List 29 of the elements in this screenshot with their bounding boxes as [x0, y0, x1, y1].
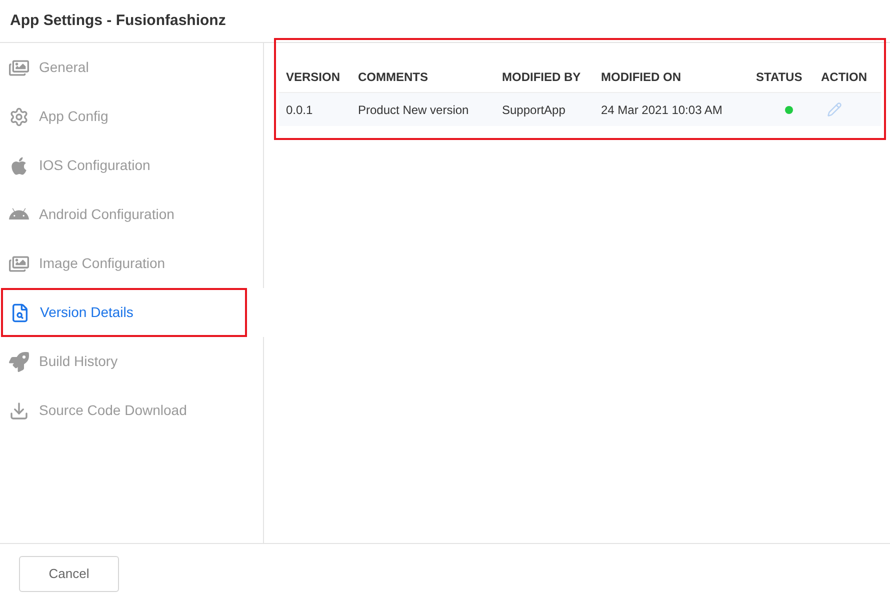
images-icon: [9, 58, 29, 78]
rocket-icon: [9, 352, 29, 372]
sidebar-item[interactable]: IOS Configuration: [0, 141, 264, 190]
sidebar-item[interactable]: Version Details: [1, 288, 247, 337]
document-search-icon: [10, 302, 30, 322]
window-title: App Settings - Fusionfashionz: [0, 0, 890, 43]
table-cell-text: SupportApp: [502, 102, 566, 118]
cancel-button[interactable]: Cancel: [19, 556, 119, 592]
column-header: COMMENTS: [358, 69, 429, 86]
column-header: MODIFIED BY: [502, 69, 582, 86]
table-cell-text: Product New version: [358, 102, 470, 118]
edit-button[interactable]: [827, 102, 842, 117]
images-icon: [9, 254, 29, 274]
table-cell-text: 24 Mar 2021 10:03 AM: [601, 102, 724, 118]
pencil-icon: [827, 102, 842, 117]
column-header: ACTION: [821, 69, 868, 86]
sidebar-item[interactable]: Source Code Download: [0, 386, 264, 435]
sidebar-item[interactable]: Build History: [0, 337, 264, 386]
column-header: VERSION: [286, 69, 342, 86]
sidebar-item[interactable]: General: [0, 43, 264, 92]
column-header: STATUS: [756, 69, 804, 86]
gears-icon: [9, 106, 29, 126]
table-cell-text: 0.0.1: [286, 102, 314, 118]
column-header: MODIFIED ON: [601, 69, 682, 86]
apple-icon: [9, 156, 29, 176]
sidebar-item[interactable]: Android Configuration: [0, 190, 264, 239]
sidebar-item[interactable]: Image Configuration: [0, 239, 264, 288]
sidebar-item[interactable]: App Config: [0, 92, 264, 141]
download-icon: [9, 400, 29, 420]
